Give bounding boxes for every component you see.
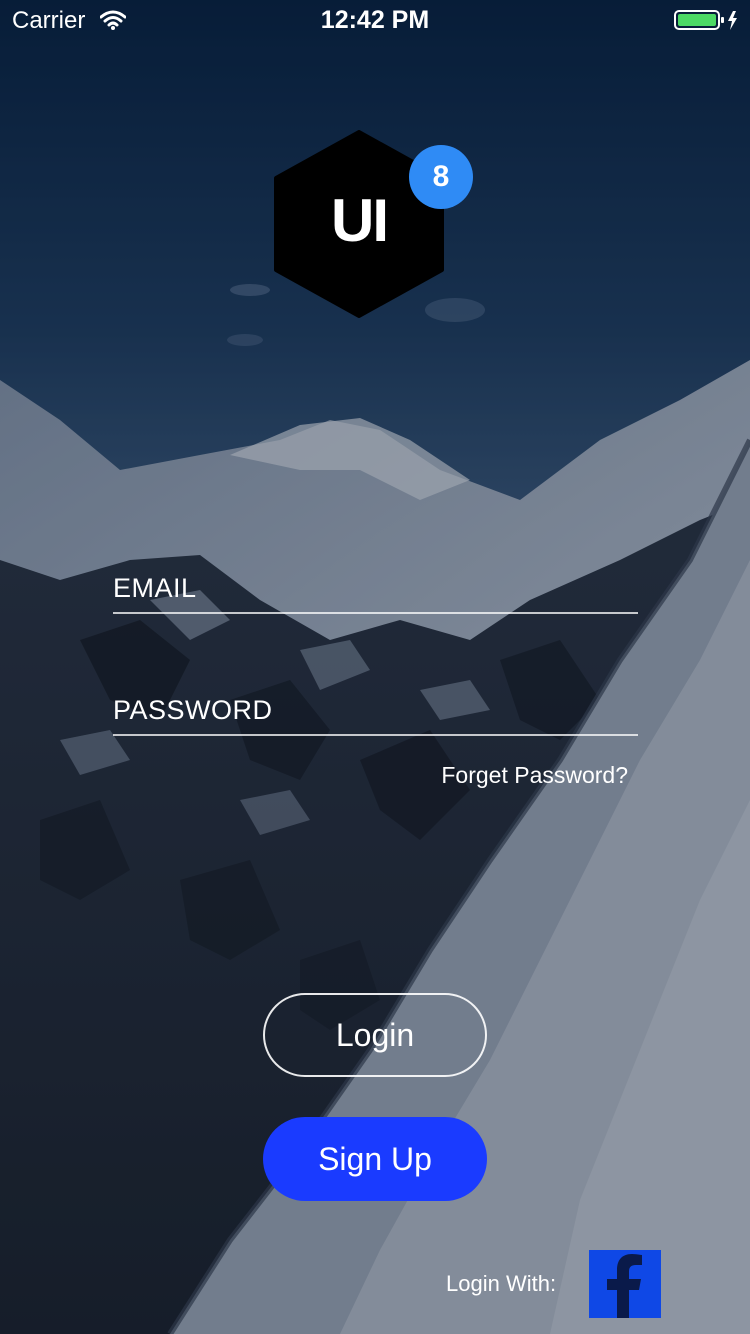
login-button[interactable]: Login: [263, 993, 487, 1077]
email-input[interactable]: [113, 564, 638, 612]
notification-badge: 8: [409, 145, 473, 209]
login-with-label: Login With:: [446, 1271, 557, 1296]
status-time: 12:42 PM: [320, 6, 430, 34]
signup-button[interactable]: Sign Up: [263, 1117, 487, 1201]
password-input[interactable]: [113, 686, 638, 734]
password-field[interactable]: [113, 680, 638, 736]
facebook-login-button[interactable]: [589, 1250, 661, 1318]
forgot-password-link[interactable]: Forget Password?: [441, 762, 628, 789]
status-bar: Carrier 12:42 PM: [0, 0, 750, 40]
facebook-icon: [607, 1254, 642, 1318]
login-screen: Carrier 12:42 PM UI 8 EMAIL Forget Passw…: [0, 0, 750, 1334]
battery-icon: [674, 10, 740, 39]
email-field[interactable]: [113, 558, 638, 614]
